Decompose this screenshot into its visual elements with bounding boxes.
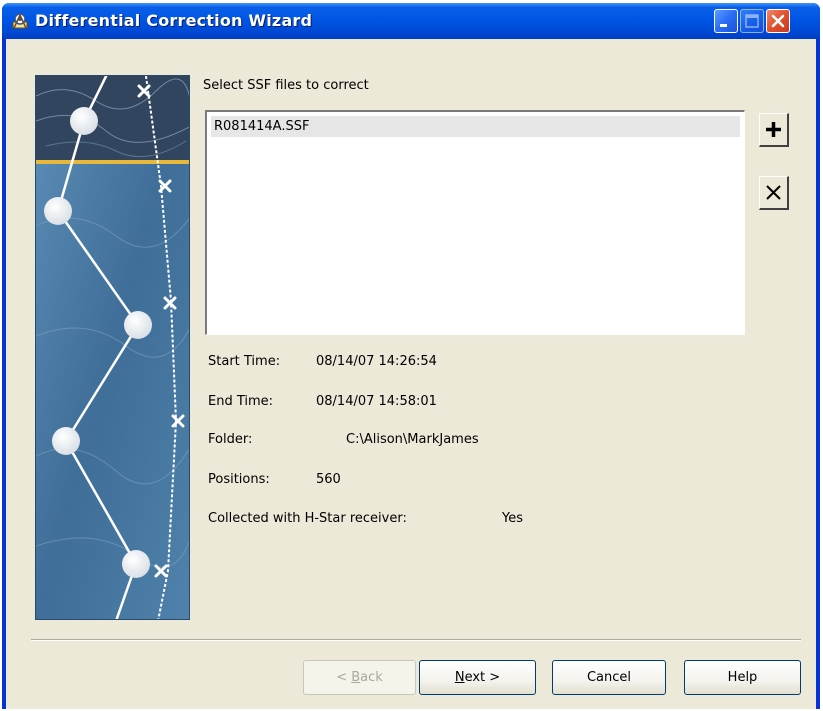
remove-file-button[interactable]: [759, 176, 789, 210]
add-file-button[interactable]: [759, 113, 789, 147]
plus-icon: [766, 122, 781, 137]
folder-value: C:\Alison\MarkJames: [346, 432, 479, 447]
start-time-label: Start Time:: [208, 354, 281, 369]
wizard-banner-image: [35, 75, 190, 620]
hstar-label: Collected with H-Star receiver:: [208, 511, 407, 526]
back-button[interactable]: < Back: [303, 660, 416, 695]
x-icon: [766, 185, 781, 200]
next-mnemonic: N: [454, 670, 465, 685]
positions-label: Positions:: [208, 472, 270, 487]
end-time-value: 08/14/07 14:58:01: [316, 394, 437, 409]
help-button[interactable]: Help: [684, 660, 801, 695]
back-prefix: <: [336, 670, 352, 685]
back-rest: ack: [360, 670, 383, 685]
list-item[interactable]: R081414A.SSF: [211, 116, 740, 137]
folder-label: Folder:: [208, 432, 253, 447]
wizard-app-icon: [12, 13, 28, 29]
maximize-icon: [745, 14, 759, 28]
positions-value: 560: [316, 472, 341, 487]
minimize-button[interactable]: [714, 9, 738, 33]
maximize-button: [740, 9, 764, 33]
ssf-file-list[interactable]: R081414A.SSF: [205, 110, 745, 335]
window-title: Differential Correction Wizard: [35, 11, 313, 30]
wizard-window: Differential Correction Wizard Select SS…: [2, 3, 820, 709]
gps-track-illustration: [36, 76, 189, 619]
end-time-label: End Time:: [208, 394, 274, 409]
title-bar[interactable]: Differential Correction Wizard: [2, 3, 820, 39]
next-button[interactable]: Next >: [419, 660, 536, 695]
minimize-icon: [720, 24, 727, 27]
back-mnemonic: B: [351, 670, 361, 685]
files-label: Select SSF files to correct: [203, 78, 369, 93]
hstar-value: Yes: [502, 511, 523, 526]
next-rest: ext >: [464, 670, 501, 685]
cancel-button[interactable]: Cancel: [552, 660, 666, 695]
button-separator: [31, 639, 801, 641]
start-time-value: 08/14/07 14:26:54: [316, 354, 437, 369]
wizard-client-area: Select SSF files to correct R081414A.SSF…: [6, 39, 816, 709]
close-icon: [771, 14, 785, 28]
close-button[interactable]: [766, 9, 790, 33]
